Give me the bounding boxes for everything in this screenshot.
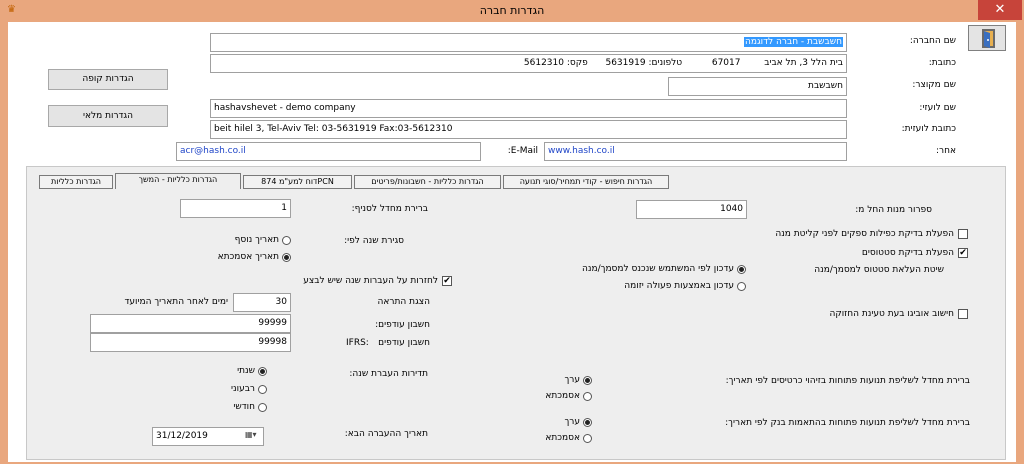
surplus-ifrs-field[interactable]: 99998: [90, 333, 291, 352]
foreign-address-label: כתובת לועזית:: [901, 124, 956, 134]
short-name-field[interactable]: חשבשבת: [668, 77, 847, 96]
default-bank-radio-reference[interactable]: [583, 434, 592, 443]
frequency-radio-monthly[interactable]: [258, 403, 267, 412]
rounding-label: חישוב אוביגו בעת טעינת החזוקה: [829, 309, 954, 319]
foreign-name-label: שם לועזי:: [919, 103, 956, 113]
status-method-label: שיטת העלאת סטטוס למסמך/מנה: [814, 265, 944, 275]
supplier-duplicate-label: הפעלת בדיקת כפילות ספקים לפני קליטת מנה: [775, 229, 954, 239]
window-title: הגדרות חברה: [479, 4, 545, 17]
frequency-monthly-label: חודשי: [233, 402, 255, 412]
register-settings-button[interactable]: הגדרות קופה: [48, 69, 168, 90]
door-icon: [982, 29, 995, 48]
default-bank-label: ברירת מחדל לשליפת תנועות פתוחות בהתאמות …: [725, 418, 970, 428]
alert-label: הצגת התראה: [377, 297, 430, 307]
year-close-reference-label: תאריך אסמכתא: [217, 252, 279, 262]
default-bank-value-label: ערך: [564, 417, 580, 427]
status-method-radio-action[interactable]: [737, 282, 746, 291]
address-phone: טלפונים: 5631919: [605, 58, 683, 68]
tab-general-continued[interactable]: הגדרות כלליות - המשך: [115, 173, 241, 189]
default-open-radio-reference[interactable]: [583, 392, 592, 401]
status-method-user-label: עדכון לפי המשתמש שנכנס למסמך/מנה: [581, 264, 734, 274]
default-branch-field[interactable]: 1: [180, 199, 291, 218]
default-open-value-label: ערך: [564, 375, 580, 385]
email-label: E-Mail:: [507, 146, 538, 156]
transfer-frequency-label: תדירות העברת שנה:: [349, 369, 428, 379]
title-bar: ♛ הגדרות חברה ✕: [0, 0, 1024, 22]
exit-door-button[interactable]: [968, 25, 1006, 51]
next-transfer-date-value: 31/12/2019: [156, 431, 208, 441]
ifrs-label: IFRS:: [346, 338, 369, 348]
default-open-radio-value[interactable]: [583, 376, 592, 385]
surplus-account-label: חשבון עודפים:: [375, 320, 430, 330]
company-name-value: חשבשבת - חברה לדוגמה: [743, 37, 843, 47]
calendar-dropdown-icon[interactable]: ▦▾: [245, 430, 263, 443]
website-field[interactable]: www.hash.co.il: [544, 142, 847, 161]
surplus-ifrs-label: חשבון עודפים: [378, 338, 430, 348]
tab-vat-report[interactable]: דוח למע"מ 874PCN: [243, 175, 352, 189]
frequency-yearly-label: שנתי: [237, 366, 255, 376]
frequency-quarterly-label: רבעוני: [231, 384, 255, 394]
address-label: כתובת:: [928, 58, 956, 68]
foreign-address-field[interactable]: beit hilel 3, Tel-Aviv Tel: 03-5631919 F…: [210, 120, 847, 139]
alert-days-field[interactable]: 30: [233, 293, 291, 312]
transfer-label: לחזרות על העברות שנה שיש לבצע: [303, 276, 438, 286]
tab-general[interactable]: הגדרות כלליות: [39, 175, 113, 189]
default-open-label: ברירת מחדל לשליפת תנועות פתוחות בזיהוי כ…: [725, 376, 970, 386]
default-bank-radio-value[interactable]: [583, 418, 592, 427]
year-close-label: סגירת שנה לפי:: [344, 236, 404, 246]
company-name-field[interactable]: חשבשבת - חברה לדוגמה: [210, 33, 847, 52]
supplier-duplicate-checkbox[interactable]: [958, 229, 968, 239]
address-fax: פקס: 5612310: [523, 58, 588, 68]
rounding-checkbox[interactable]: [958, 309, 968, 319]
year-close-radio-extra[interactable]: [282, 236, 291, 245]
foreign-name-field[interactable]: hashavshevet - demo company: [210, 99, 847, 118]
default-branch-label: ברירת מחדל לסניף:: [351, 204, 428, 214]
address-street: בית הלל 3, תל אביב: [764, 58, 843, 68]
tab-general-accounts[interactable]: הגדרות כלליות - חשבונות/פריטים: [354, 175, 501, 189]
frequency-radio-quarterly[interactable]: [258, 385, 267, 394]
company-name-label: שם החברה:: [909, 36, 956, 46]
batch-numbering-field[interactable]: 1040: [636, 200, 747, 219]
year-close-extra-label: תאריך נוסף: [234, 235, 279, 245]
inventory-settings-button[interactable]: הגדרות מלאי: [48, 105, 168, 127]
surplus-account-field[interactable]: 99999: [90, 314, 291, 333]
default-bank-reference-label: אסמכתא: [545, 433, 580, 443]
frequency-radio-yearly[interactable]: [258, 367, 267, 376]
other-label: אחר:: [935, 146, 956, 156]
tab-search-settings[interactable]: הגדרות חיפוש - קודי תמחיר/סוגי תנועה: [503, 175, 669, 189]
close-button[interactable]: ✕: [978, 0, 1022, 20]
status-method-radio-user[interactable]: [737, 265, 746, 274]
transfer-checkbox[interactable]: ✔: [442, 276, 452, 286]
short-name-label: שם מקוצר:: [912, 80, 956, 90]
status-check-label: הפעלת בדיקת סטטוסים: [861, 248, 954, 258]
address-field[interactable]: בית הלל 3, תל אביב 67017 טלפונים: 563191…: [210, 54, 847, 73]
alert-days-suffix: ימים לאחר התאריך המיועד: [124, 297, 228, 307]
next-transfer-label: תאריך ההעברה הבא:: [344, 429, 428, 439]
address-zip: 67017: [711, 58, 741, 68]
email-field[interactable]: acr@hash.co.il: [176, 142, 481, 161]
default-open-reference-label: אסמכתא: [545, 391, 580, 401]
status-method-action-label: עדכון באמצעות פעולה יזומה: [624, 281, 734, 291]
year-close-radio-reference[interactable]: [282, 253, 291, 262]
status-check-checkbox[interactable]: ✔: [958, 248, 968, 258]
batch-numbering-label: ספרור מנות החל מ:: [855, 205, 932, 215]
